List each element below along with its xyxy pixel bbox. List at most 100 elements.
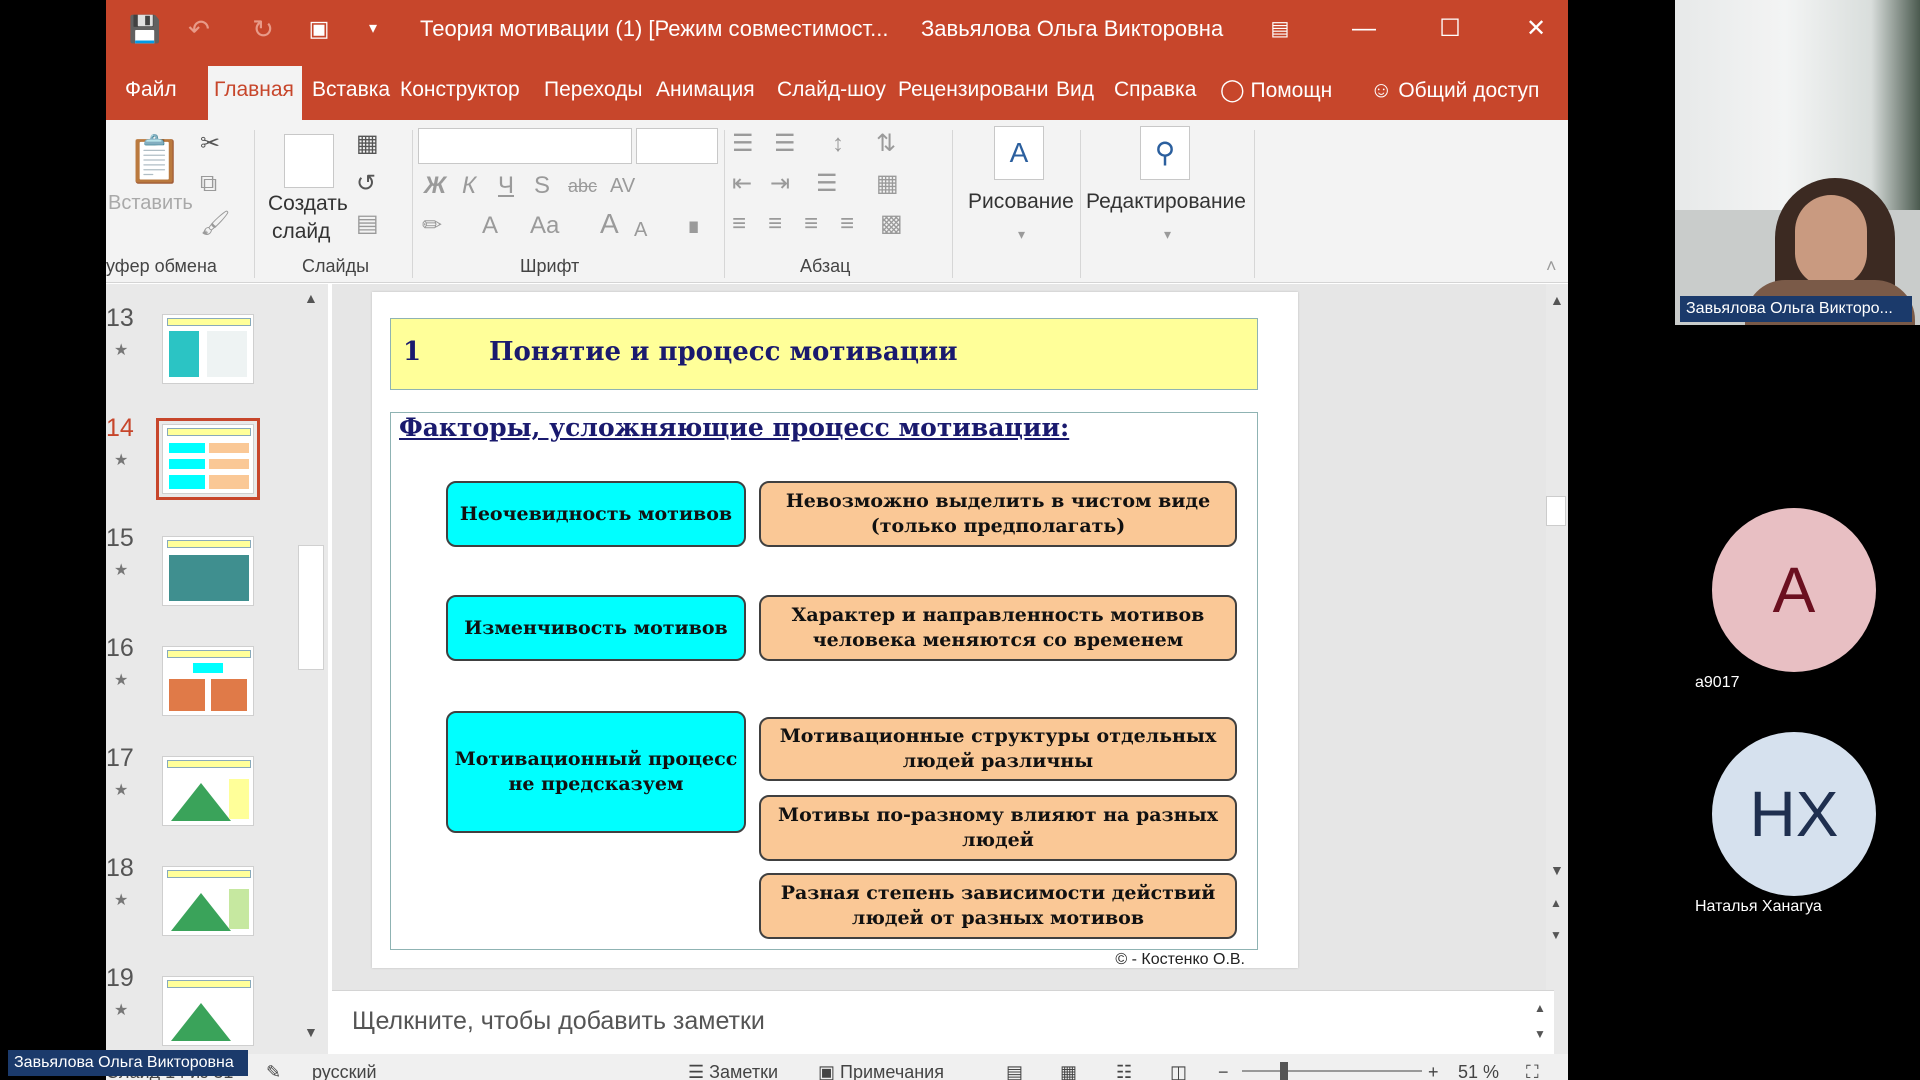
cut-icon[interactable]: ✂ bbox=[200, 130, 220, 158]
scroll-up-icon[interactable]: ▲ bbox=[304, 290, 318, 306]
participant-avatar[interactable]: НХ bbox=[1712, 732, 1876, 896]
account-name[interactable]: Завьялова Ольга Викторовна bbox=[921, 16, 1223, 42]
scroll-down-icon[interactable]: ▼ bbox=[1550, 862, 1564, 878]
clear-formatting-icon[interactable]: ∎ bbox=[686, 212, 701, 240]
reset-icon[interactable]: ↺ bbox=[356, 170, 376, 198]
tab-tell-me[interactable]: ◯ Помощн bbox=[1214, 66, 1338, 120]
align-center-icon[interactable]: ≡ bbox=[768, 210, 782, 238]
explanation-box[interactable]: Разная степень зависимости действий люде… bbox=[759, 873, 1237, 939]
paste-label[interactable]: Вставить bbox=[108, 192, 193, 215]
explanation-box[interactable]: Мотивы по-разному влияют на разных людей bbox=[759, 795, 1237, 861]
new-slide-icon[interactable] bbox=[284, 134, 334, 188]
presenter-video[interactable] bbox=[1675, 0, 1920, 325]
scrollbar-thumb[interactable] bbox=[298, 545, 324, 670]
slide-thumbnail[interactable] bbox=[162, 976, 254, 1046]
slide-thumbnail-current[interactable] bbox=[156, 418, 260, 500]
zoom-slider-thumb[interactable] bbox=[1280, 1062, 1288, 1080]
tab-view[interactable]: Вид bbox=[1050, 66, 1100, 120]
drawing-icon[interactable]: A bbox=[994, 126, 1044, 180]
slide-thumbnail[interactable] bbox=[162, 314, 254, 384]
layout-icon[interactable]: ▦ bbox=[356, 130, 379, 158]
editing-label[interactable]: Редактирование bbox=[1086, 190, 1246, 214]
start-slideshow-icon[interactable]: ▣ bbox=[302, 12, 336, 46]
explanation-box[interactable]: Невозможно выделить в чистом виде (тольк… bbox=[759, 481, 1237, 547]
character-spacing-button[interactable]: AV bbox=[610, 172, 635, 200]
collapse-ribbon-icon[interactable]: ˄ bbox=[1546, 252, 1557, 280]
numbering-icon[interactable]: ☰ bbox=[774, 130, 796, 158]
tab-transitions[interactable]: Переходы bbox=[538, 66, 649, 120]
explanation-box[interactable]: Характер и направленность мотивов челове… bbox=[759, 595, 1237, 661]
factor-box[interactable]: Изменчивость мотивов bbox=[446, 595, 746, 661]
scrollbar-thumb[interactable] bbox=[1546, 496, 1566, 526]
editor-scrollbar[interactable]: ▲ ▼ ▲ ▼ bbox=[1546, 284, 1568, 1054]
font-color-button[interactable]: A bbox=[482, 212, 498, 240]
scroll-down-icon[interactable]: ▼ bbox=[1534, 1027, 1546, 1041]
notes-button[interactable]: ☰ Заметки bbox=[688, 1062, 778, 1080]
slide-thumbnail[interactable] bbox=[162, 536, 254, 606]
decrease-indent-icon[interactable]: ⇤ bbox=[732, 170, 752, 198]
align-text-icon[interactable]: ▦ bbox=[876, 170, 899, 198]
paste-icon[interactable]: 📋 bbox=[126, 132, 183, 186]
chevron-down-icon[interactable]: ▾ bbox=[1164, 220, 1171, 248]
maximize-button[interactable]: ☐ bbox=[1430, 10, 1470, 48]
shadow-button[interactable]: S bbox=[534, 172, 550, 200]
columns-icon[interactable]: ☰ bbox=[816, 170, 838, 198]
slide-canvas[interactable]: 1 Понятие и процесс мотивации Факторы, у… bbox=[372, 292, 1298, 968]
chevron-down-icon[interactable]: ▾ bbox=[1018, 220, 1025, 248]
slide-title-box[interactable]: 1 Понятие и процесс мотивации bbox=[390, 318, 1258, 390]
language-label[interactable]: русский bbox=[312, 1062, 377, 1080]
copy-icon[interactable]: ⧉ bbox=[200, 170, 217, 198]
zoom-out-icon[interactable]: − bbox=[1218, 1062, 1229, 1080]
align-left-icon[interactable]: ≡ bbox=[732, 210, 746, 238]
next-slide-icon[interactable]: ▼ bbox=[1550, 928, 1562, 942]
reading-view-icon[interactable]: ☷ bbox=[1116, 1062, 1132, 1080]
save-icon[interactable]: 💾 bbox=[128, 12, 162, 46]
shrink-font-button[interactable]: A bbox=[634, 216, 647, 244]
notes-placeholder[interactable]: Щелкните, чтобы добавить заметки bbox=[352, 1007, 765, 1036]
explanation-box[interactable]: Мотивационные структуры отдельных людей … bbox=[759, 717, 1237, 781]
zoom-slider[interactable] bbox=[1242, 1070, 1422, 1072]
tab-insert[interactable]: Вставка bbox=[306, 66, 396, 120]
factor-box[interactable]: Мотивационный процесс не предсказуем bbox=[446, 711, 746, 833]
tab-help[interactable]: Справка bbox=[1108, 66, 1202, 120]
smartart-icon[interactable]: ▩ bbox=[880, 210, 903, 238]
slide-thumbnail[interactable] bbox=[162, 756, 254, 826]
zoom-level[interactable]: 51 % bbox=[1458, 1062, 1499, 1080]
share-button[interactable]: ☺ Общий доступ bbox=[1364, 66, 1545, 120]
search-icon[interactable]: ⚲ bbox=[1140, 126, 1190, 180]
zoom-in-icon[interactable]: + bbox=[1428, 1062, 1439, 1080]
italic-button[interactable]: К bbox=[462, 172, 476, 200]
tab-home[interactable]: Главная bbox=[208, 66, 302, 120]
section-icon[interactable]: ▤ bbox=[356, 210, 379, 238]
factor-box[interactable]: Неочевидность мотивов bbox=[446, 481, 746, 547]
drawing-label[interactable]: Рисование bbox=[968, 190, 1074, 214]
change-case-button[interactable]: Aa bbox=[530, 212, 559, 240]
scroll-down-icon[interactable]: ▼ bbox=[304, 1024, 318, 1040]
slide-sorter-icon[interactable]: ▦ bbox=[1060, 1062, 1077, 1080]
redo-icon[interactable]: ↻ bbox=[246, 12, 280, 46]
previous-slide-icon[interactable]: ▲ bbox=[1550, 896, 1562, 910]
highlight-icon[interactable]: ✏ bbox=[422, 212, 442, 240]
justify-icon[interactable]: ≡ bbox=[840, 210, 854, 238]
comments-button[interactable]: ▣ Примечания bbox=[818, 1062, 944, 1080]
slide-thumbnail[interactable] bbox=[162, 866, 254, 936]
new-slide-label-2[interactable]: слайд bbox=[272, 220, 330, 244]
scroll-up-icon[interactable]: ▲ bbox=[1550, 292, 1564, 308]
minimize-button[interactable]: — bbox=[1344, 10, 1384, 48]
close-button[interactable]: ✕ bbox=[1516, 10, 1556, 48]
slideshow-view-icon[interactable]: ◫ bbox=[1170, 1062, 1187, 1080]
tab-review[interactable]: Рецензировани bbox=[892, 66, 1054, 120]
slide-thumbnail[interactable] bbox=[162, 646, 254, 716]
fit-to-window-icon[interactable]: ⛶ bbox=[1526, 1062, 1539, 1080]
font-name-combo[interactable] bbox=[418, 128, 632, 164]
underline-button[interactable]: Ч bbox=[498, 172, 514, 200]
new-slide-label-1[interactable]: Создать bbox=[268, 192, 348, 216]
participant-avatar[interactable]: A bbox=[1712, 508, 1876, 672]
grow-font-button[interactable]: A bbox=[600, 210, 619, 238]
tab-animations[interactable]: Анимация bbox=[650, 66, 761, 120]
ribbon-display-icon[interactable]: ▤ bbox=[1260, 10, 1300, 48]
slide-body[interactable]: Факторы, усложняющие процесс мотивации: … bbox=[390, 412, 1258, 968]
customize-toolbar-icon[interactable]: ▾ bbox=[356, 12, 390, 46]
bullets-icon[interactable]: ☰ bbox=[732, 130, 754, 158]
tab-file[interactable]: Файл bbox=[119, 66, 183, 120]
